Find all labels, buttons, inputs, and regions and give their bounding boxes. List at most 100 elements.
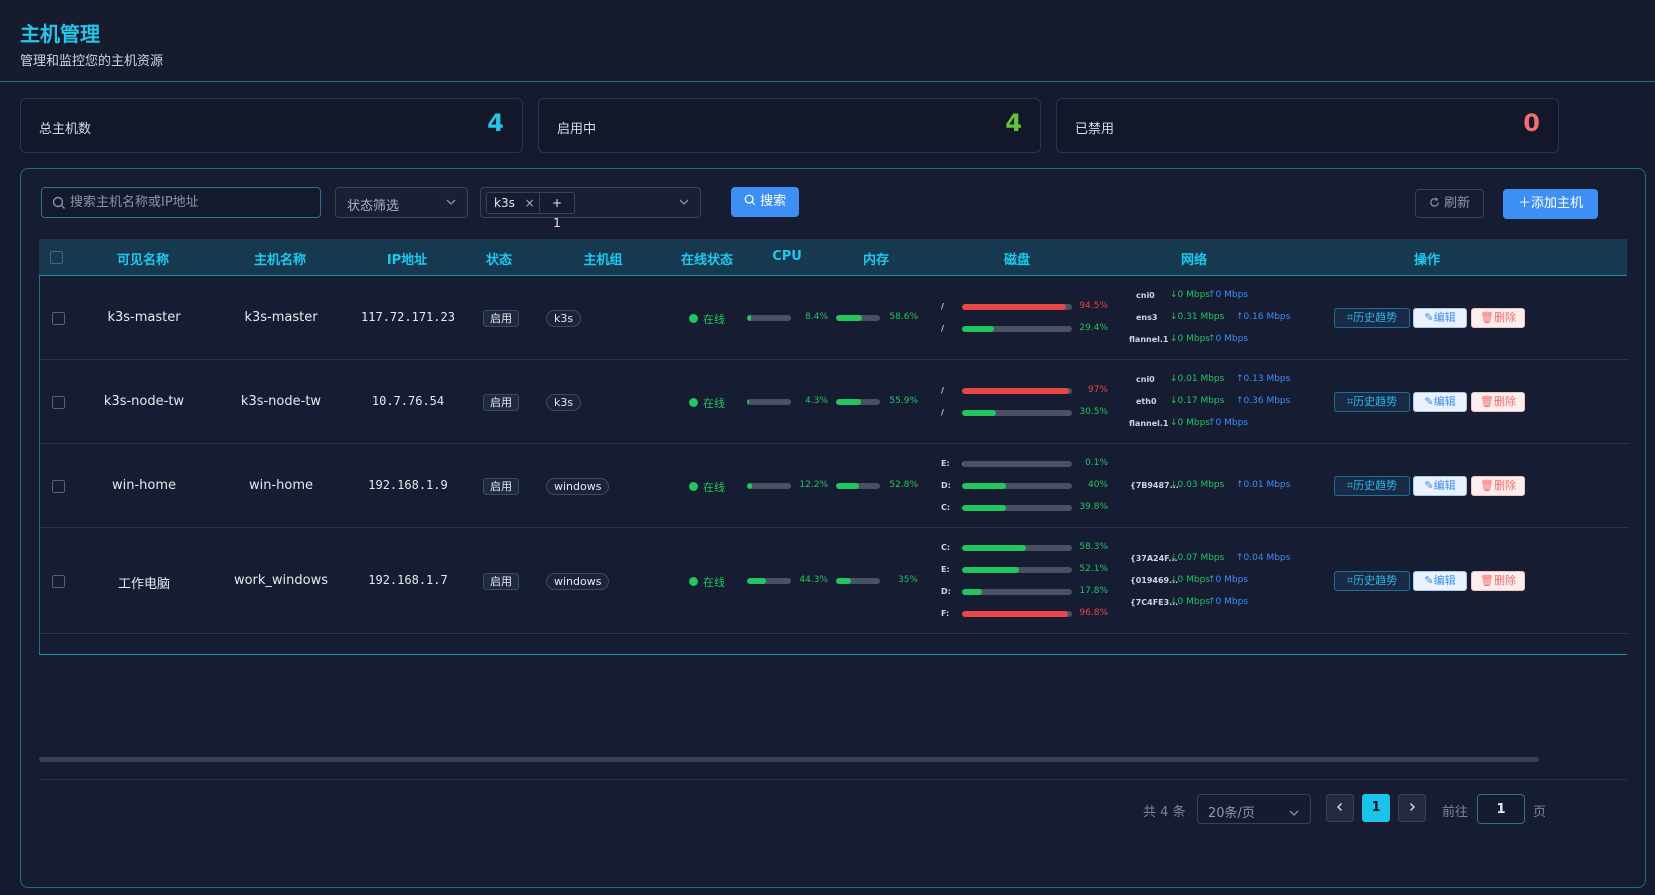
network-download-rate: ↓0.07 Mbps xyxy=(1170,553,1225,563)
page-number-current[interactable]: 1 xyxy=(1362,794,1390,822)
plus-icon: ＋ xyxy=(1517,196,1531,211)
row-checkbox[interactable] xyxy=(52,312,65,325)
host-list-panel: 状态筛选 k3s × + 1 搜索 刷新 ＋添加主机 可见名称 主机名称 IP xyxy=(20,168,1646,888)
refresh-button[interactable]: 刷新 xyxy=(1415,189,1484,218)
network-download-rate: ↓0 Mbps xyxy=(1170,334,1211,344)
network-upload-rate: ↑0.16 Mbps xyxy=(1236,312,1291,322)
refresh-button-label: 刷新 xyxy=(1444,196,1471,211)
status-filter-text: 状态筛选 xyxy=(347,199,400,214)
disk-usage-bar xyxy=(962,611,1072,617)
select-all-checkbox[interactable] xyxy=(50,251,63,264)
prev-page-button[interactable] xyxy=(1326,794,1354,822)
edit-button[interactable]: ✎编辑 xyxy=(1413,308,1467,328)
disk-usage-bar xyxy=(962,410,1072,416)
network-download-rate: ↓0.17 Mbps xyxy=(1170,396,1225,406)
network-upload-rate: ↑0 Mbps xyxy=(1208,418,1249,428)
disk-usage-fill xyxy=(962,545,1027,551)
search-button[interactable]: 搜索 xyxy=(731,187,799,217)
edit-button[interactable]: ✎编辑 xyxy=(1413,571,1467,591)
delete-button[interactable]: 🗑删除 xyxy=(1471,308,1525,328)
history-trend-button[interactable]: ⌗历史趋势 xyxy=(1334,392,1410,412)
search-box[interactable] xyxy=(41,187,321,218)
memory-bar xyxy=(836,315,880,321)
page-size-text: 20条/页 xyxy=(1208,806,1255,821)
disk-usage-percent: 29.4% xyxy=(1079,323,1108,333)
horizontal-scrollbar[interactable] xyxy=(39,757,1539,762)
delete-label: 删除 xyxy=(1493,395,1516,408)
display-name: k3s-master xyxy=(107,310,181,325)
memory-bar xyxy=(836,578,880,584)
disk-usage-fill xyxy=(962,589,982,595)
disk-usage-bar xyxy=(962,304,1072,310)
search-icon xyxy=(744,194,760,209)
row-checkbox[interactable] xyxy=(52,575,65,588)
network-interface-name: flannel.1 xyxy=(1129,419,1169,428)
edit-button[interactable]: ✎编辑 xyxy=(1413,392,1467,412)
trash-icon: 🗑 xyxy=(1480,311,1494,324)
network-upload-rate: ↑0 Mbps xyxy=(1208,575,1249,585)
cpu-percent: 8.4% xyxy=(805,312,828,322)
delete-button[interactable]: 🗑删除 xyxy=(1471,476,1525,496)
memory-percent: 35% xyxy=(897,575,918,585)
network-upload-rate: ↑0 Mbps xyxy=(1208,597,1249,607)
column-header: 操作 xyxy=(1413,253,1440,268)
disk-usage-fill xyxy=(962,505,1006,511)
stat-label: 已禁用 xyxy=(1075,122,1115,137)
goto-page-input[interactable] xyxy=(1477,794,1525,824)
display-name: 工作电脑 xyxy=(117,577,170,592)
search-input[interactable] xyxy=(70,188,316,217)
history-trend-button[interactable]: ⌗历史趋势 xyxy=(1334,571,1410,591)
ip-address: 10.7.76.54 xyxy=(371,394,445,408)
cpu-percent: 12.2% xyxy=(799,480,828,490)
history-trend-button[interactable]: ⌗历史趋势 xyxy=(1334,308,1410,328)
table-body: k3s-master k3s-master 117.72.171.23 启用 k3s 在线… xyxy=(39,276,1628,655)
network-upload-rate: ↑0.01 Mbps xyxy=(1236,480,1291,490)
edit-label: 编辑 xyxy=(1433,479,1456,492)
network-interface-name: cni0 xyxy=(1136,375,1155,384)
network-download-rate: ↓0.01 Mbps xyxy=(1170,374,1225,384)
delete-button[interactable]: 🗑删除 xyxy=(1471,392,1525,412)
edit-button[interactable]: ✎编辑 xyxy=(1413,476,1467,496)
cpu-bar-fill xyxy=(747,578,767,584)
stat-value: 4 xyxy=(487,109,504,137)
page-size-select[interactable]: 20条/页 xyxy=(1197,794,1311,824)
row-checkbox[interactable] xyxy=(52,480,65,493)
status-filter-select[interactable]: 状态筛选 xyxy=(335,187,468,218)
group-badge: windows xyxy=(546,573,610,590)
chevron-right-icon xyxy=(1407,801,1417,816)
network-download-rate: ↓0 Mbps xyxy=(1170,575,1211,585)
disk-usage-percent: 52.1% xyxy=(1079,564,1108,574)
cpu-bar xyxy=(747,399,791,405)
delete-button[interactable]: 🗑删除 xyxy=(1471,571,1525,591)
disk-mount-label: / xyxy=(941,324,944,333)
disk-mount-label: E: xyxy=(941,565,950,574)
row-checkbox[interactable] xyxy=(52,396,65,409)
chevron-down-icon xyxy=(445,196,457,208)
online-status-dot xyxy=(689,314,698,323)
group-badge: k3s xyxy=(546,310,582,327)
online-status-text: 在线 xyxy=(703,313,725,326)
divider xyxy=(39,779,1627,780)
stat-value: 4 xyxy=(1005,109,1022,137)
network-download-rate: ↓0 Mbps xyxy=(1170,290,1211,300)
disk-usage-bar xyxy=(962,589,1072,595)
goto-unit: 页 xyxy=(1533,805,1547,820)
table-row: win-home win-home 192.168.1.9 启用 windows 在线 12… xyxy=(40,444,1628,528)
memory-percent: 52.8% xyxy=(889,480,918,490)
edit-icon: ✎ xyxy=(1424,395,1434,408)
group-filter-select[interactable]: k3s × + 1 xyxy=(480,187,701,230)
next-page-button[interactable] xyxy=(1398,794,1426,822)
stat-card-enabled: 启用中 4 xyxy=(538,98,1041,153)
group-badge: windows xyxy=(546,478,610,495)
online-status-dot xyxy=(689,577,698,586)
close-icon[interactable]: × xyxy=(525,196,535,210)
edit-icon: ✎ xyxy=(1424,479,1434,492)
network-interface-name: ens3 xyxy=(1136,313,1158,322)
network-upload-rate: ↑0.13 Mbps xyxy=(1236,374,1291,384)
history-trend-label: 历史趋势 xyxy=(1353,479,1398,492)
page-subtitle: 管理和监控您的主机资源 xyxy=(20,54,164,69)
add-host-button[interactable]: ＋添加主机 xyxy=(1503,189,1598,219)
history-trend-button[interactable]: ⌗历史趋势 xyxy=(1334,476,1410,496)
online-status-text: 在线 xyxy=(703,481,725,494)
cpu-percent: 44.3% xyxy=(799,575,828,585)
